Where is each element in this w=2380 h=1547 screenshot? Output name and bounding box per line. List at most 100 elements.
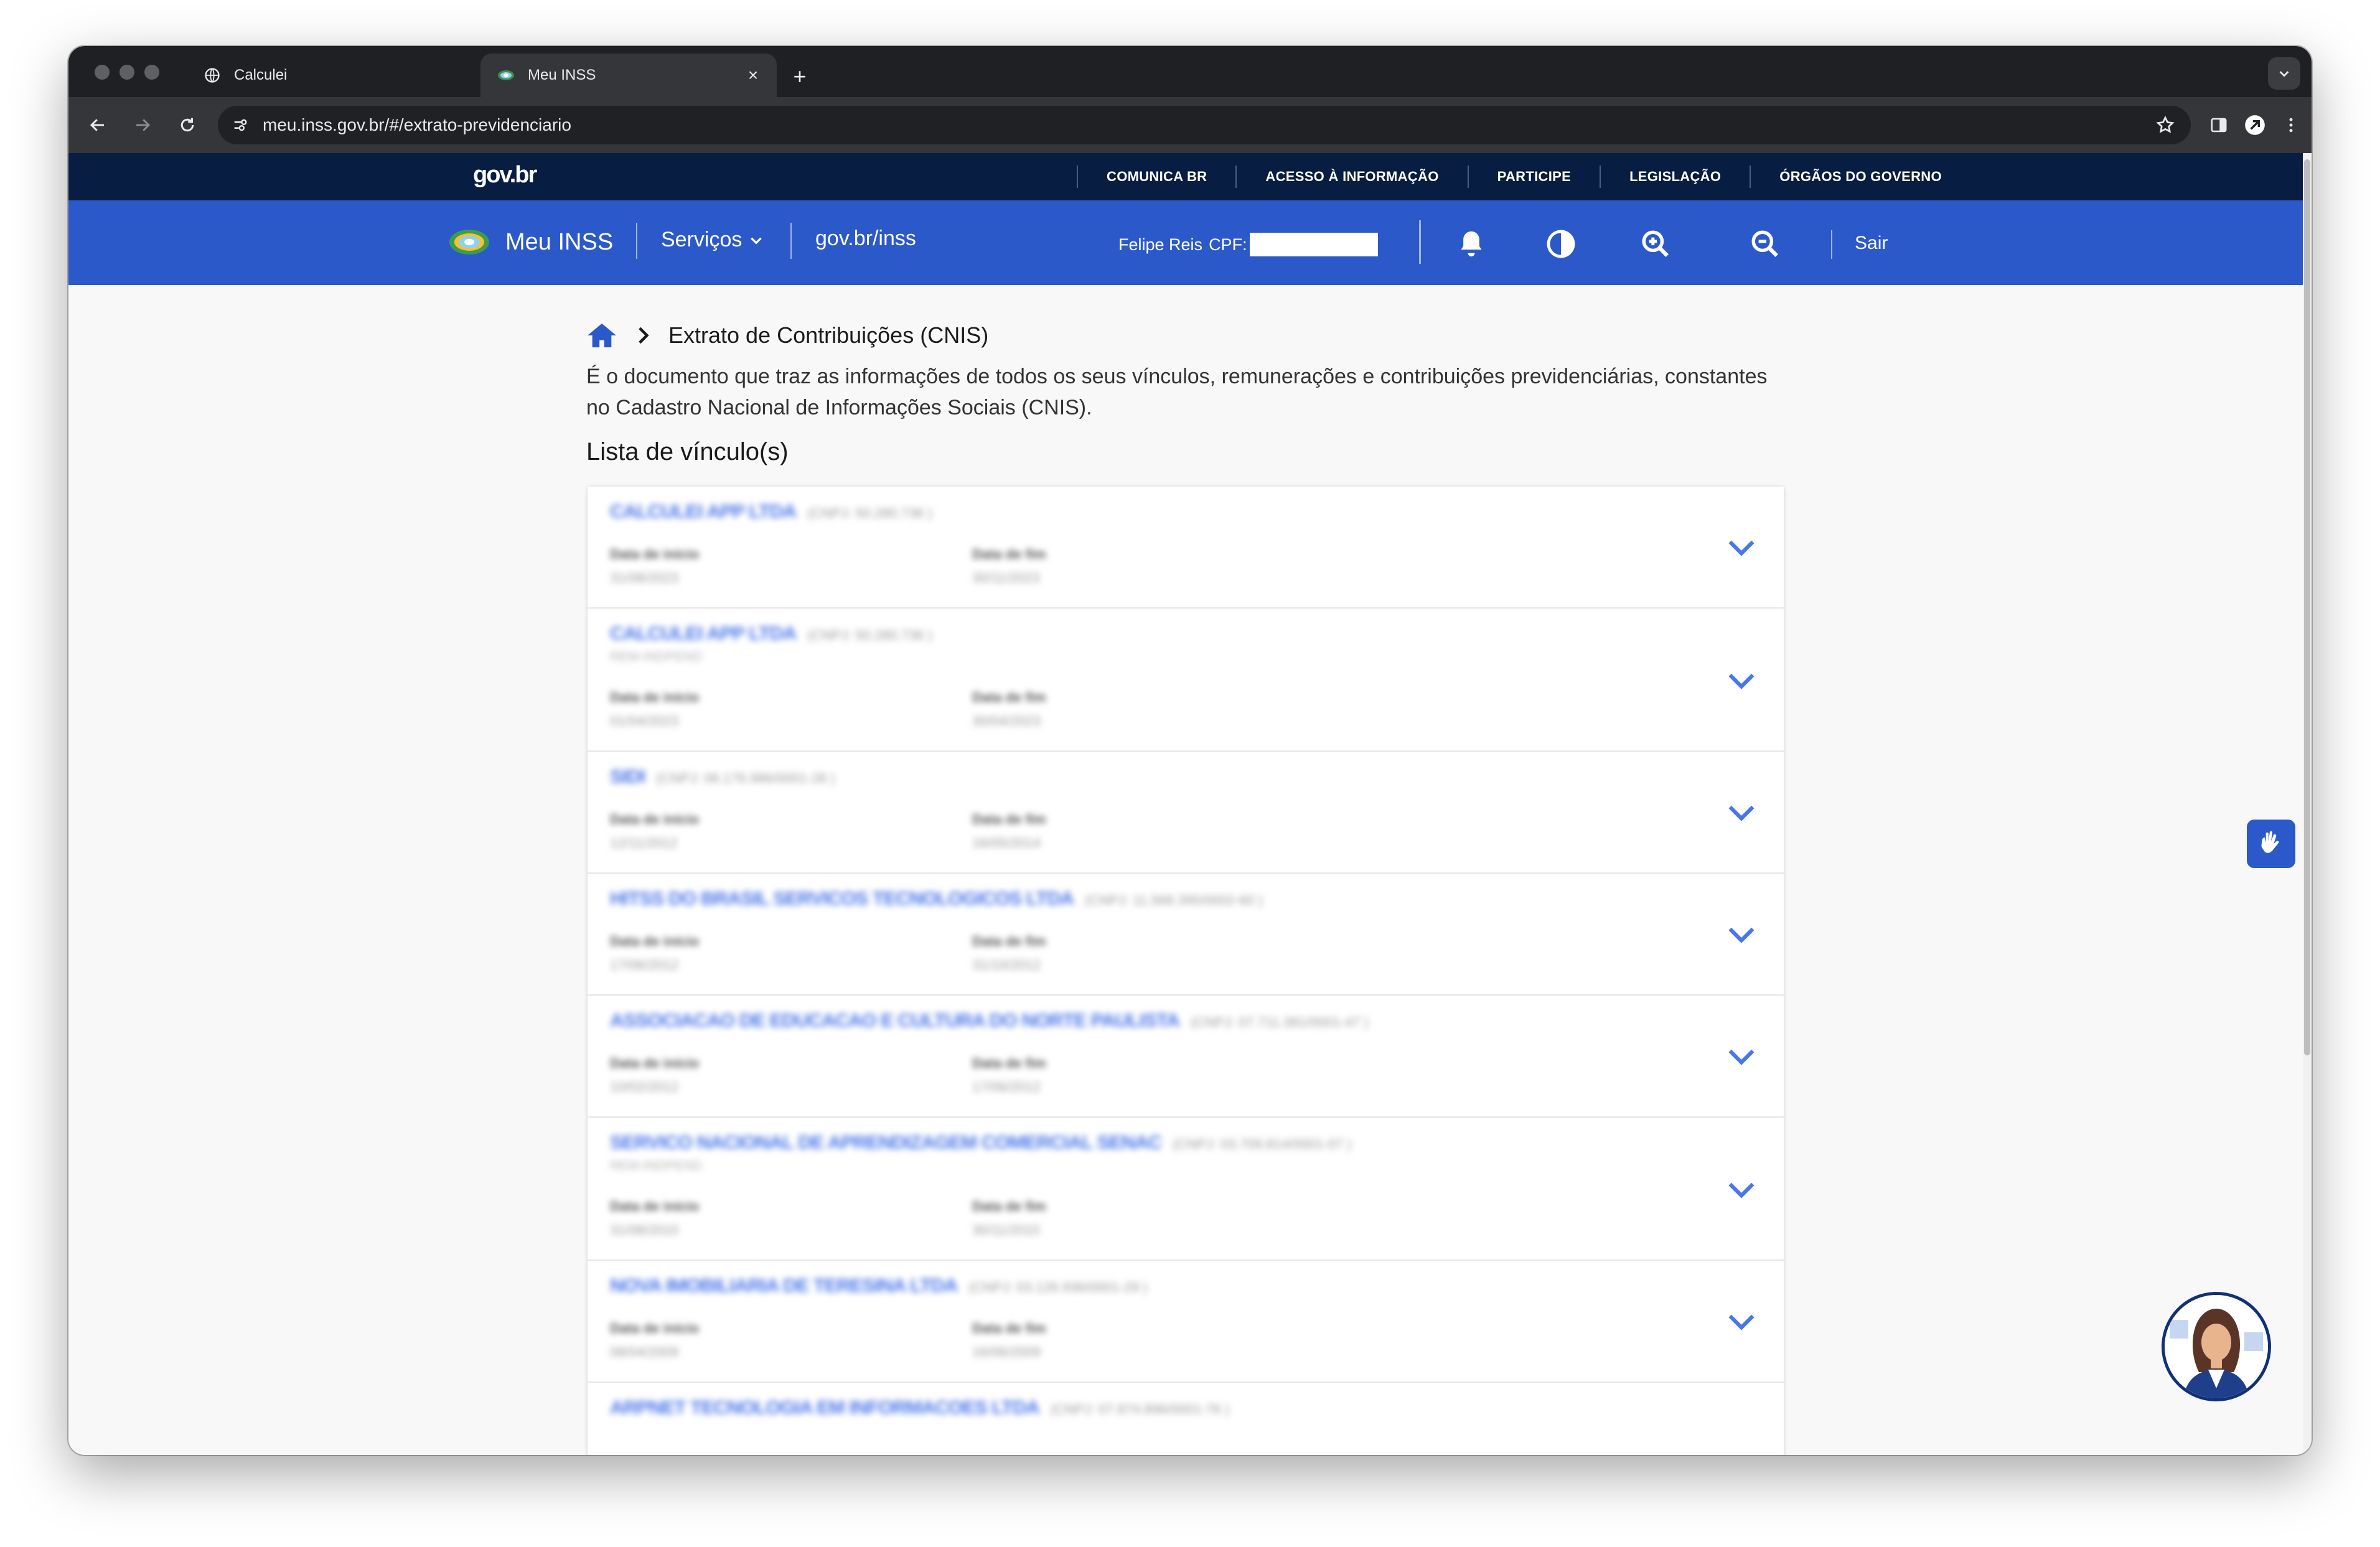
end-date: 30/11/2023 <box>972 570 1040 586</box>
vinculo-org: SERVICO NACIONAL DE APRENDIZAGEM COMERCI… <box>610 1131 1162 1153</box>
contrast-button[interactable] <box>1542 225 1580 263</box>
browser-toolbar: meu.inss.gov.br/#/extrato-previdenciario <box>68 97 2312 153</box>
close-tab-icon[interactable]: × <box>743 65 763 85</box>
vinculo-item[interactable]: CALCULEI APP LTDA (CNPJ: 50.280.736 ) REM… <box>588 609 1784 752</box>
profile-button[interactable] <box>2239 110 2270 141</box>
url-text: meu.inss.gov.br/#/extrato-previdenciario <box>263 115 571 134</box>
start-date: 31/08/2023 <box>610 570 679 586</box>
back-button[interactable] <box>82 110 113 141</box>
breadcrumb: Extrato de Contribuições (CNIS) <box>586 321 988 350</box>
vinculo-org: CALCULEI APP LTDA <box>610 500 797 522</box>
start-date: 17/06/2012 <box>610 957 679 973</box>
vinculo-org: ARPNET TECNOLOGIA EM INFORMACOES LTDA <box>610 1396 1040 1418</box>
vinculo-org: CALCULEI APP LTDA <box>610 622 797 644</box>
close-window-button[interactable] <box>95 65 110 80</box>
contrast-icon <box>1547 230 1575 258</box>
chevron-down-icon[interactable] <box>1724 1044 1759 1069</box>
reload-button[interactable] <box>172 110 203 141</box>
new-tab-button[interactable]: + <box>783 60 817 93</box>
vinculo-item[interactable]: ASSOCIACAO DE EDUCACAO E CULTURA DO NORT… <box>588 996 1784 1118</box>
chevron-down-icon[interactable] <box>1724 668 1759 693</box>
tab-meu-inss[interactable]: Meu INSS × <box>480 54 777 97</box>
gov-link-legislacao[interactable]: LEGISLAÇÃO <box>1601 169 1750 185</box>
end-label: Data de fim <box>972 811 1046 827</box>
vinculo-cnpj: (CNPJ: 50.280.736 ) <box>807 627 932 643</box>
address-bar[interactable]: meu.inss.gov.br/#/extrato-previdenciario <box>218 106 2191 144</box>
start-label: Data de início <box>610 933 700 949</box>
vinculo-org: ASSOCIACAO DE EDUCACAO E CULTURA DO NORT… <box>610 1009 1180 1031</box>
vinculo-item[interactable]: CALCULEI APP LTDA (CNPJ: 50.280.736 ) Dat… <box>588 487 1784 609</box>
gov-link-orgaos[interactable]: ÓRGÃOS DO GOVERNO <box>1751 169 1970 185</box>
reload-icon <box>180 118 194 132</box>
notifications-button[interactable] <box>1453 225 1490 263</box>
vinculo-item[interactable]: SIDI (CNPJ: 06.176.986/0001-28 ) Data de … <box>588 752 1784 874</box>
vinculo-name-line: CALCULEI APP LTDA (CNPJ: 50.280.736 ) <box>610 622 932 645</box>
forward-button[interactable] <box>127 110 158 141</box>
inss-favicon-icon <box>497 66 515 85</box>
end-label: Data de fim <box>972 1199 1046 1214</box>
chevron-right-icon <box>635 325 651 346</box>
vinculo-status: REM-INDPEND <box>610 650 703 664</box>
home-icon[interactable] <box>586 321 617 350</box>
vinculo-cnpj: (CNPJ: 07.874.896/0001-76 ) <box>1050 1401 1230 1417</box>
vinculo-name-line: SERVICO NACIONAL DE APRENDIZAGEM COMERCI… <box>610 1131 1352 1154</box>
zoom-out-button[interactable] <box>1746 225 1784 263</box>
minimize-window-button[interactable] <box>119 65 134 80</box>
tab-search-button[interactable] <box>2268 57 2300 90</box>
divider <box>636 223 637 259</box>
inss-logo-icon <box>449 230 489 255</box>
vinculo-status: REM-INDPEND <box>610 1159 703 1173</box>
meu-inss-title[interactable]: Meu INSS <box>505 229 613 256</box>
end-date: 30/04/2023 <box>972 713 1041 729</box>
chevron-down-icon[interactable] <box>1724 800 1759 825</box>
page-scrollbar-thumb[interactable] <box>2304 159 2310 1055</box>
logout-button[interactable]: Sair <box>1855 233 1888 254</box>
bookmark-star-icon[interactable] <box>2150 110 2181 141</box>
assistant-avatar-button[interactable] <box>2162 1292 2271 1401</box>
gov-link-participe[interactable]: PARTICIPE <box>1469 169 1600 185</box>
breadcrumb-current: Extrato de Contribuições (CNIS) <box>668 322 989 348</box>
site-info-icon[interactable] <box>227 111 254 139</box>
vinculo-org: HITSS DO BRASIL SERVICOS TECNOLOGICOS LT… <box>610 887 1074 909</box>
gov-link-acesso[interactable]: ACESSO À INFORMAÇÃO <box>1237 169 1467 185</box>
vlibras-button[interactable] <box>2247 820 2295 868</box>
start-date: 01/04/2023 <box>610 713 679 729</box>
end-label: Data de fim <box>972 1320 1046 1336</box>
end-date: 16/05/2014 <box>972 835 1041 851</box>
vinculo-cnpj: (CNPJ: 06.176.986/0001-28 ) <box>656 770 835 786</box>
chevron-down-icon <box>2279 71 2289 77</box>
bell-icon <box>1461 231 1482 257</box>
vinculo-item[interactable]: HITSS DO BRASIL SERVICOS TECNOLOGICOS LT… <box>588 874 1784 996</box>
end-date: 31/10/2012 <box>972 957 1041 973</box>
vinculo-cnpj: (CNPJ: 07.711.381/0001-47 ) <box>1191 1014 1369 1030</box>
vinculo-name-line: CALCULEI APP LTDA (CNPJ: 50.280.736 ) <box>610 500 932 523</box>
end-date: 17/06/2012 <box>972 1079 1041 1095</box>
browser-window: Calculei × Meu INSS × + <box>68 46 2312 1455</box>
vinculo-name-line: HITSS DO BRASIL SERVICOS TECNOLOGICOS LT… <box>610 887 1263 910</box>
gov-inss-link[interactable]: gov.br/inss <box>815 227 916 251</box>
vinculo-name-line: ARPNET TECNOLOGIA EM INFORMACOES LTDA (CN… <box>610 1396 1229 1419</box>
servicos-menu[interactable]: Serviços <box>661 228 764 252</box>
browser-menu-button[interactable] <box>2275 110 2307 141</box>
end-label: Data de fim <box>972 933 1046 949</box>
gov-link-comunica[interactable]: COMUNICA BR <box>1078 169 1235 185</box>
zoom-in-icon <box>1642 230 1669 257</box>
chevron-down-icon[interactable] <box>1724 922 1759 947</box>
arrow-right-icon <box>136 119 151 131</box>
tab-strip: Calculei × Meu INSS × + <box>68 46 2312 97</box>
zoom-in-button[interactable] <box>1637 225 1674 263</box>
chevron-down-icon[interactable] <box>1724 1309 1759 1334</box>
gov-br-logo[interactable]: gov.br <box>473 162 537 189</box>
profile-icon <box>2245 115 2265 135</box>
side-panel-button[interactable] <box>2203 110 2234 141</box>
chevron-down-icon[interactable] <box>1724 1177 1759 1202</box>
vinculo-item[interactable]: SERVICO NACIONAL DE APRENDIZAGEM COMERCI… <box>588 1118 1784 1261</box>
maximize-window-button[interactable] <box>144 65 159 80</box>
vinculo-org: SIDI <box>610 765 645 787</box>
vinculo-item[interactable]: ARPNET TECNOLOGIA EM INFORMACOES LTDA (CN… <box>588 1383 1784 1455</box>
chevron-down-icon[interactable] <box>1724 535 1759 560</box>
divider <box>1831 230 1832 259</box>
divider <box>790 223 792 259</box>
start-label: Data de início <box>610 1055 700 1071</box>
vinculo-item[interactable]: NOVA IMOBILIARIA DE TERESINA LTDA (CNPJ: … <box>588 1261 1784 1383</box>
